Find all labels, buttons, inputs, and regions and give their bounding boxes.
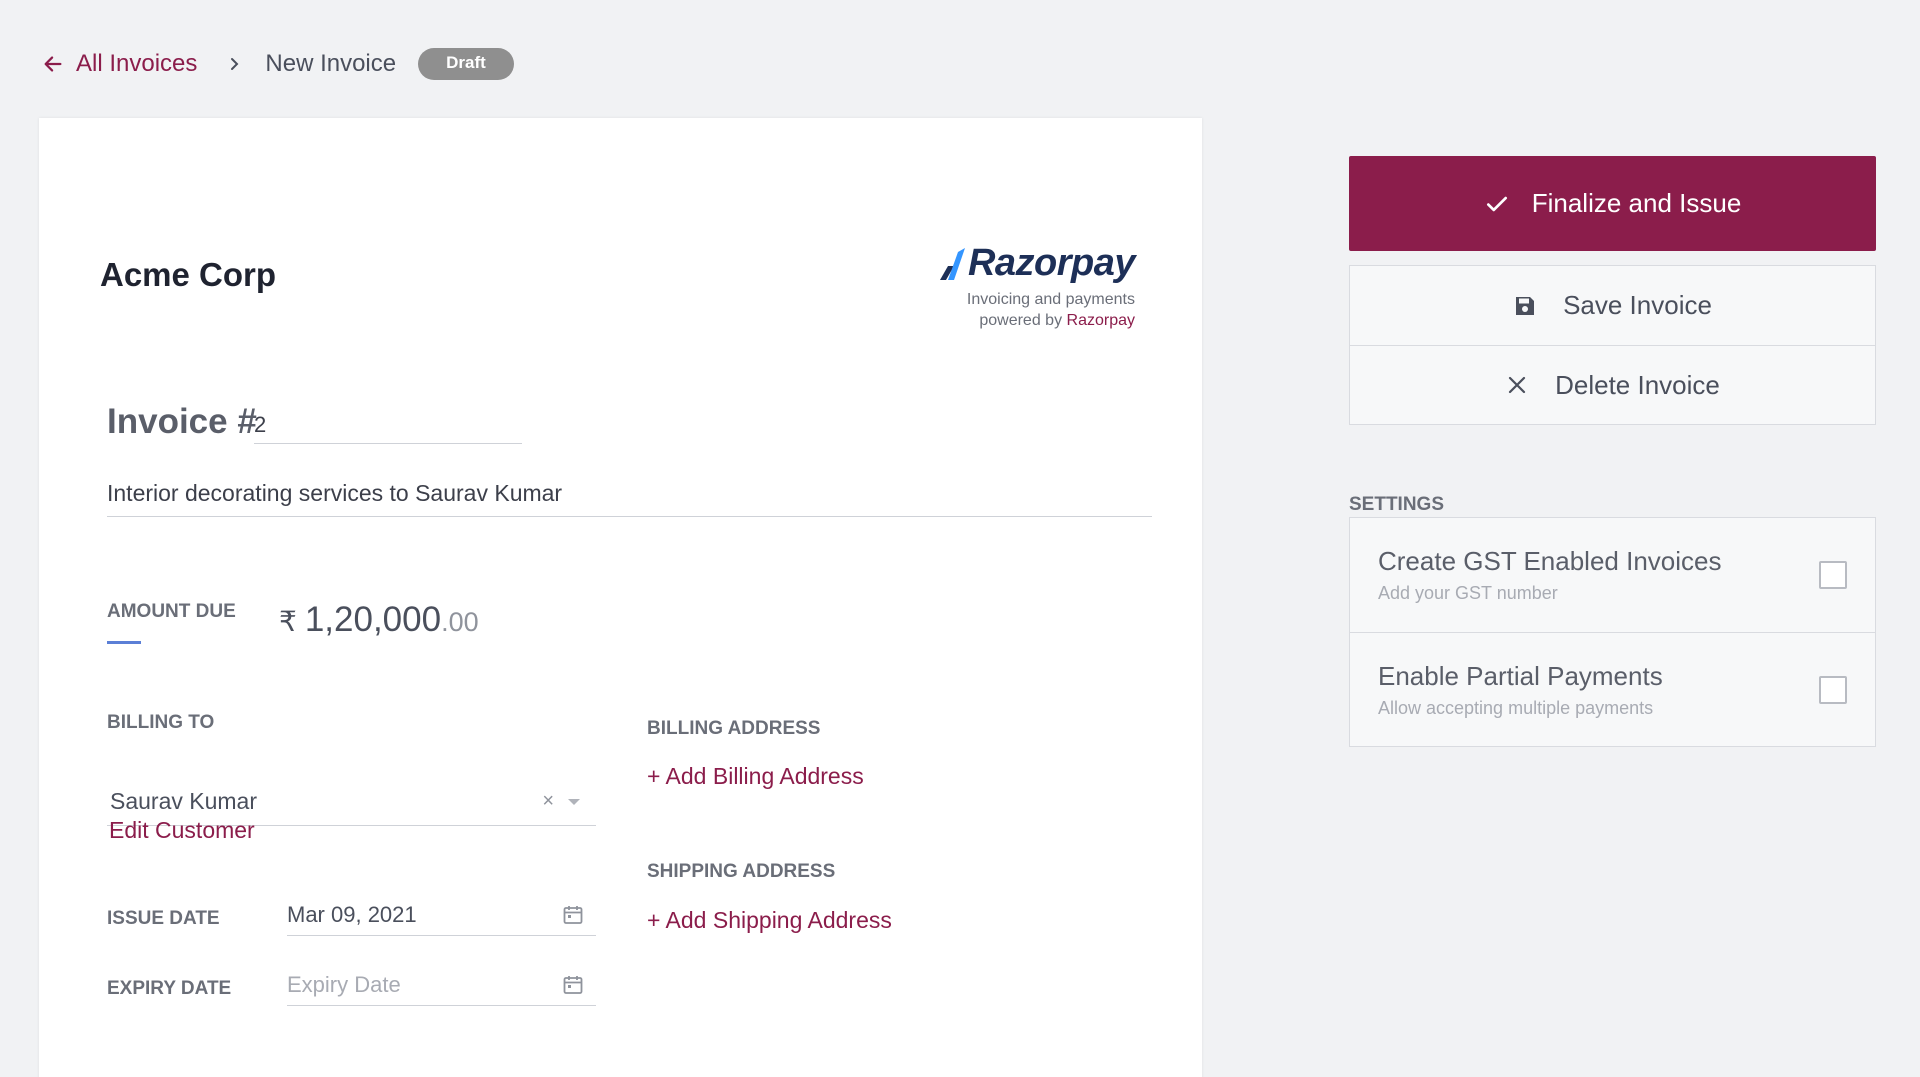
setting-gst-subtitle: Add your GST number: [1378, 583, 1558, 603]
setting-text: Enable Partial Payments Allow accepting …: [1378, 661, 1819, 719]
chevron-right-icon: [227, 57, 241, 71]
brand-tagline-line1: Invoicing and payments: [966, 291, 1135, 308]
check-icon: [1486, 196, 1507, 211]
expiry-date-placeholder: Expiry Date: [287, 971, 401, 997]
setting-gst[interactable]: Create GST Enabled Invoices Add your GST…: [1350, 518, 1875, 632]
razorpay-mark-icon: [939, 247, 965, 280]
edit-customer-link[interactable]: Edit Customer: [109, 817, 255, 844]
issue-date-value: Mar 09, 2021: [287, 901, 417, 927]
brand-block: Razorpay Invoicing and payments powered …: [936, 242, 1136, 331]
floppy-disk-icon: [1516, 296, 1535, 315]
gst-checkbox[interactable]: [1819, 561, 1847, 589]
setting-text: Create GST Enabled Invoices Add your GST…: [1378, 546, 1819, 604]
setting-gst-title: Create GST Enabled Invoices: [1378, 546, 1722, 576]
settings-title: SETTINGS: [1349, 494, 1445, 515]
clear-customer-icon[interactable]: ×: [542, 790, 554, 813]
billing-address-label: BILLING ADDRESS: [647, 718, 821, 739]
calendar-icon[interactable]: [562, 974, 584, 996]
customer-value: Saurav Kumar: [110, 788, 258, 814]
brand-tagline-link: Razorpay: [1066, 312, 1135, 329]
partial-payments-checkbox[interactable]: [1819, 675, 1847, 704]
amount-integer: 1,20,000: [304, 600, 442, 639]
invoice-number-label: Invoice #: [107, 402, 257, 441]
chevron-down-icon[interactable]: [568, 798, 580, 805]
expiry-date-field[interactable]: Expiry Date: [287, 964, 596, 1006]
setting-partial-subtitle: Allow accepting multiple payments: [1378, 697, 1654, 718]
company-name: Acme Corp: [100, 256, 277, 293]
invoice-description-input[interactable]: [107, 471, 1152, 517]
invoice-card: Acme Corp Razorpay Invoicing and payment…: [39, 118, 1202, 1077]
expiry-date-label: EXPIRY DATE: [107, 978, 232, 999]
finalize-label: Finalize and Issue: [1531, 188, 1742, 218]
brand-tagline-line2: powered by Razorpay: [936, 310, 1135, 331]
brand-tagline-prefix: powered by: [979, 312, 1063, 329]
add-billing-address-link[interactable]: + Add Billing Address: [647, 763, 864, 790]
amount-due-underline: [107, 641, 141, 644]
shipping-address-label: SHIPPING ADDRESS: [647, 861, 836, 882]
issue-date-label: ISSUE DATE: [107, 908, 220, 929]
amount-due-label: AMOUNT DUE: [107, 601, 236, 622]
finalize-and-issue-button[interactable]: Finalize and Issue: [1349, 156, 1876, 251]
razorpay-logo: Razorpay: [936, 242, 1136, 285]
amount-due-value[interactable]: ₹ 1,20,000 .00: [279, 600, 479, 640]
amount-decimal: .00: [441, 607, 479, 637]
save-invoice-button[interactable]: Save Invoice: [1350, 266, 1875, 345]
add-shipping-address-link[interactable]: + Add Shipping Address: [647, 907, 892, 934]
all-invoices-label: All Invoices: [76, 50, 198, 77]
arrow-left-icon: [44, 56, 62, 72]
brand-tagline: Invoicing and payments powered by Razorp…: [936, 289, 1135, 331]
all-invoices-link[interactable]: All Invoices: [42, 50, 197, 78]
calendar-icon[interactable]: [562, 904, 584, 926]
brand-wordmark: Razorpay: [967, 242, 1136, 284]
currency-symbol: ₹: [279, 606, 297, 637]
setting-partial-payments[interactable]: Enable Partial Payments Allow accepting …: [1350, 632, 1875, 746]
close-icon: [1509, 376, 1526, 394]
delete-invoice-label: Delete Invoice: [1555, 369, 1720, 400]
setting-partial-title: Enable Partial Payments: [1378, 660, 1663, 691]
status-badge: Draft: [418, 48, 514, 80]
delete-invoice-button[interactable]: Delete Invoice: [1350, 345, 1875, 424]
invoice-number-input[interactable]: [254, 406, 522, 444]
save-invoice-label: Save Invoice: [1563, 290, 1712, 320]
settings-panel: Create GST Enabled Invoices Add your GST…: [1349, 517, 1876, 747]
invoice-actions-group: Save Invoice Delete Invoice: [1349, 265, 1876, 425]
breadcrumb: All Invoices New Invoice Draft: [42, 44, 514, 84]
breadcrumb-current: New Invoice: [265, 50, 397, 77]
issue-date-field[interactable]: Mar 09, 2021: [287, 894, 596, 936]
billing-to-label: BILLING TO: [107, 712, 215, 733]
